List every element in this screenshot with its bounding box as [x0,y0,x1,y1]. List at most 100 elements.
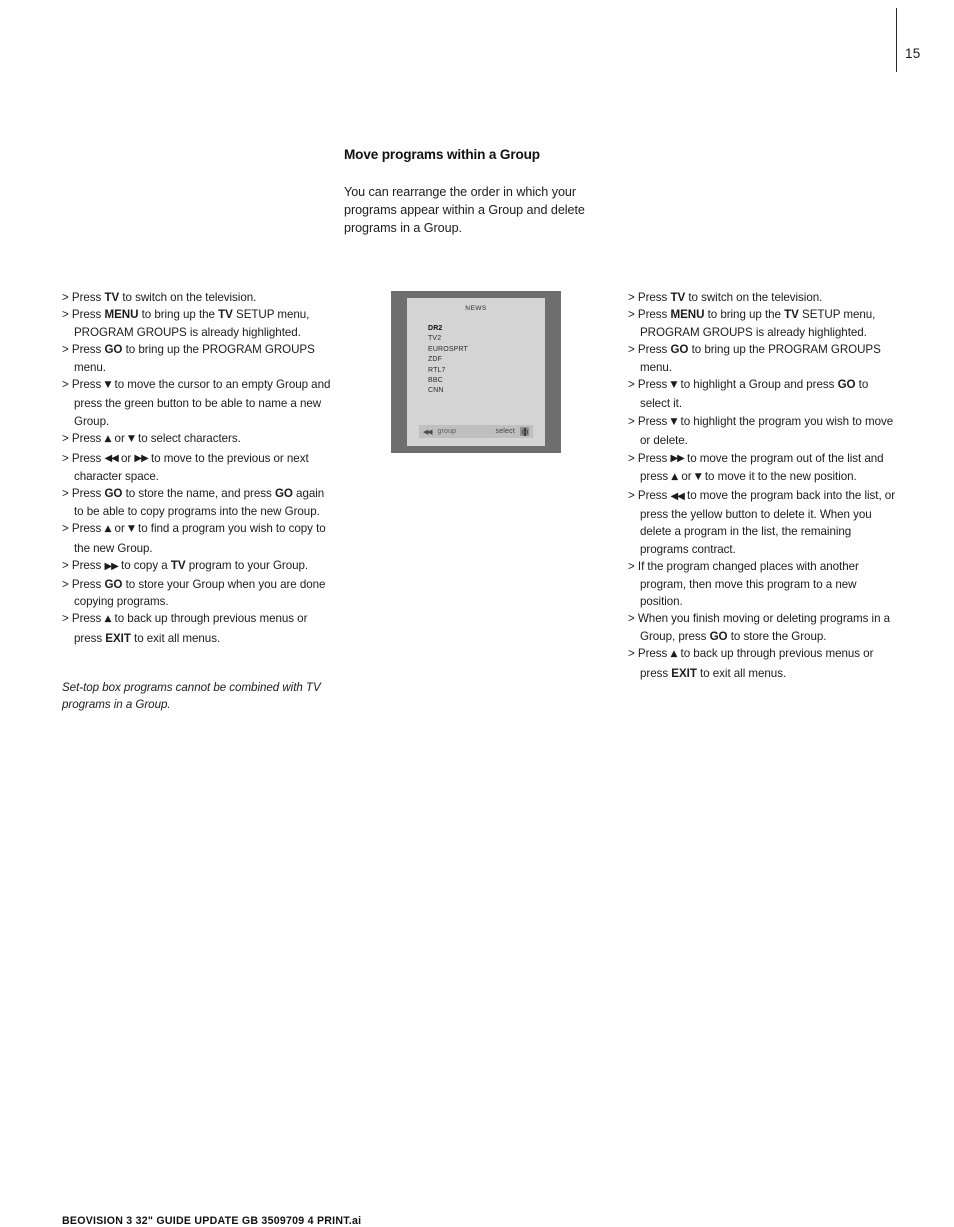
arrow-glyph-icon: ▼ [670,380,678,391]
keyword-exit: EXIT [105,631,131,645]
instruction-step: > If the program changed places with ano… [628,560,859,608]
page-number-rule [896,8,897,72]
instruction-step: > Press TV to switch on the television. [62,291,257,304]
go-button-icon [520,427,529,436]
arrow-glyph-icon: ▼ [127,524,135,535]
intro-paragraph: You can rearrange the order in which you… [344,184,585,235]
right-instruction-column: > Press TV to switch on the television. >… [628,289,896,682]
page-number: 15 [905,46,921,61]
arrow-glyph-icon: ▶▶ [104,560,118,572]
instruction-step: > Press ▼ to highlight the program you w… [628,414,894,448]
keyword-go: GO [104,343,123,357]
instruction-step: > Press ▲ or ▼ to find a program you wis… [62,522,326,555]
step-bullet: > [62,559,69,573]
arrow-glyph-icon: ▼ [670,416,678,427]
keyword-go: GO [104,577,123,591]
step-bullet: > [62,378,69,392]
keyword-tv: TV [104,291,120,304]
instruction-step: > Press ◀◀ to move the program back into… [628,489,896,556]
keyword-menu: MENU [104,308,139,322]
step-bullet: > [628,647,635,661]
instruction-step: > Press GO to bring up the PROGRAM GROUP… [628,343,881,374]
step-bullet: > [628,291,635,304]
keyword-go: GO [274,487,293,501]
tv-status-bar: ◀◀ group select [419,425,533,438]
step-bullet: > [62,432,69,446]
print-footer: BEOVISION 3 32" GUIDE UPDATE GB 3509709 … [62,1215,362,1227]
tv-bar-group-label: group [437,428,457,435]
step-bullet: > [62,522,69,536]
step-bullet: > [628,451,635,465]
arrow-glyph-icon: ▲ [670,649,678,660]
keyword-go: GO [670,343,689,357]
keyword-go: GO [709,629,728,643]
arrow-glyph-icon: ▶▶ [134,453,148,465]
step-bullet: > [628,308,635,322]
instruction-step: > Press ▲ or ▼ to select characters. [62,432,241,446]
arrow-glyph-icon: ▼ [104,380,112,391]
instruction-step: > When you finish moving or deleting pro… [628,612,891,643]
step-bullet: > [62,291,69,304]
arrow-glyph-icon: ▲ [104,434,112,445]
keyword-tv: TV [170,559,186,573]
step-bullet: > [62,308,69,322]
arrow-glyph-icon: ◀◀ [670,490,684,502]
tv-program-item: CNN [428,387,444,395]
instruction-step: > Press ▲ to back up through previous me… [62,612,308,645]
instruction-step: > Press MENU to bring up the TV SETUP me… [628,308,876,339]
instruction-step: > Press ◀◀ or ▶▶ to move to the previous… [62,451,309,484]
tv-bar-select-label: select [495,428,515,435]
footnote-set-top-box: Set-top box programs cannot be combined … [62,681,321,712]
step-bullet: > [62,577,69,591]
step-bullet: > [628,414,635,428]
instruction-step: > Press ▲ to back up through previous me… [628,647,874,680]
arrow-glyph-icon: ▲ [104,524,112,535]
tv-program-item: BBC [428,377,443,385]
tv-program-list: DR2 TV2 EUROSPRT ZDF RTL7 BBC CNN [428,324,468,397]
instruction-step: > Press GO to store your Group when you … [62,577,326,608]
instruction-step: > Press MENU to bring up the TV SETUP me… [62,308,310,339]
arrow-glyph-icon: ▼ [694,472,702,483]
keyword-exit: EXIT [671,666,697,680]
tv-screen-illustration: NEWS DR2 TV2 EUROSPRT ZDF RTL7 BBC CNN ◀◀ grou… [391,291,561,453]
step-bullet: > [62,487,69,501]
arrow-glyph-icon: ▲ [671,472,679,483]
keyword-tv: TV [784,308,799,322]
keyword-tv: TV [670,291,686,304]
tv-group-title: NEWS [465,305,487,312]
tv-program-item: DR2 [428,325,443,332]
tv-program-item: TV2 [428,335,442,343]
tv-program-item: EUROSPRT [428,345,468,353]
step-bullet: > [628,612,635,626]
left-instruction-column: > Press TV to switch on the television. >… [62,289,334,647]
step-bullet: > [62,612,69,626]
keyword-tv: TV [218,308,233,322]
arrow-glyph-icon: ◀◀ [104,453,118,465]
arrow-glyph-icon: ▲ [104,614,112,625]
tv-program-item: RTL7 [428,366,446,374]
intro-block: Move programs within a Group You can rea… [344,146,606,250]
instruction-step: > Press ▼ to highlight a Group and press… [628,378,869,411]
keyword-go: GO [837,378,856,392]
instruction-step: > Press ▶▶ to move the program out of th… [628,451,884,484]
step-bullet: > [628,489,635,503]
instruction-step: > Press ▶▶ to copy a TV program to your … [62,559,309,573]
arrow-glyph-icon: ▶▶ [670,453,684,465]
tv-screen-area: NEWS DR2 TV2 EUROSPRT ZDF RTL7 BBC CNN ◀◀ grou… [407,298,545,446]
instruction-step: > Press GO to store the name, and press … [62,487,325,518]
step-bullet: > [628,378,635,392]
keyword-go: GO [104,487,123,501]
arrow-glyph-icon: ▼ [127,434,135,445]
instruction-step: > Press ▼ to move the cursor to an empty… [62,378,331,428]
step-bullet: > [62,343,69,357]
left-step-list: > Press TV to switch on the television. >… [62,289,334,647]
rewind-icon: ◀◀ [423,427,433,436]
tv-program-item: ZDF [428,356,443,364]
right-step-list: > Press TV to switch on the television. >… [628,289,896,682]
instruction-step: > Press TV to switch on the television. [628,291,823,304]
page-title: Move programs within a Group [344,147,540,162]
step-bullet: > [628,343,635,357]
instruction-step: > Press GO to bring up the PROGRAM GROUP… [62,343,315,374]
step-bullet: > [628,560,635,574]
keyword-menu: MENU [670,308,705,322]
